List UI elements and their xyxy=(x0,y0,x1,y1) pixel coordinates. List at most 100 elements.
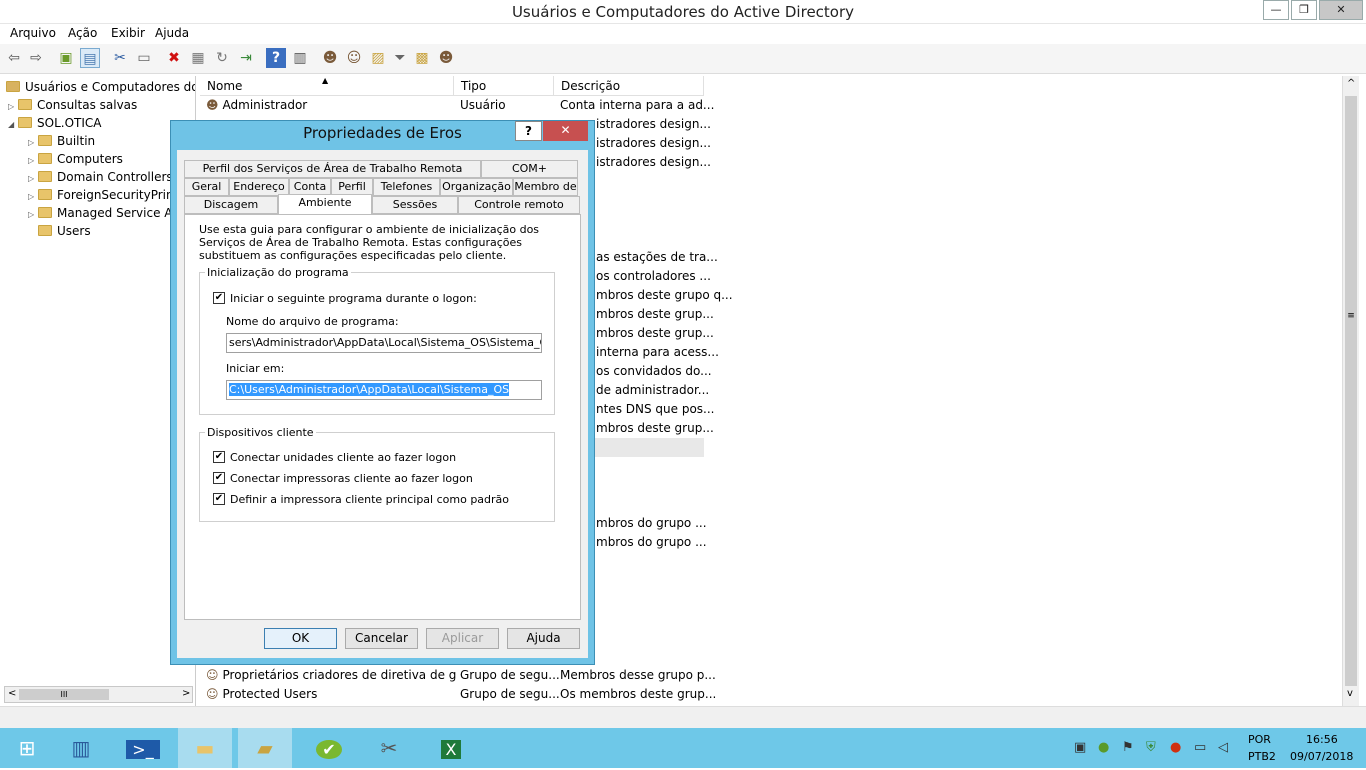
tree-item[interactable]: ▷ ForeignSecurityPrinc xyxy=(0,186,195,204)
tree-expand-icon[interactable]: ▷ xyxy=(28,152,38,168)
tree-expand-icon[interactable]: ▷ xyxy=(28,206,38,222)
cut-icon[interactable]: ✂ xyxy=(110,48,130,68)
tools-icon[interactable]: ✂ xyxy=(362,728,416,768)
monitor-icon[interactable]: ▭ xyxy=(1194,740,1206,755)
language-indicator[interactable]: POR xyxy=(1248,733,1271,746)
program-file-input[interactable]: sers\Administrador\AppData\Local\Sistema… xyxy=(226,333,542,353)
keyboard-layout-indicator[interactable]: PTB2 xyxy=(1248,750,1276,763)
tree-item-label: Builtin xyxy=(57,134,96,148)
windows-logo-icon[interactable]: ⊞ xyxy=(0,728,54,768)
clock-time[interactable]: 16:56 xyxy=(1306,733,1338,746)
tab-membro-de[interactable]: Membro de xyxy=(513,178,578,196)
start-in-input[interactable]: C:\Users\Administrador\AppData\Local\Sis… xyxy=(226,380,542,400)
clock-date[interactable]: 09/07/2018 xyxy=(1290,750,1353,763)
file-explorer-icon[interactable]: ▬ xyxy=(178,728,232,768)
scroll-right-icon[interactable]: > xyxy=(182,688,190,699)
tree-item[interactable]: ▷ Builtin xyxy=(0,132,195,150)
default-printer-checkbox[interactable]: ✔ xyxy=(213,493,225,505)
table-row[interactable]: ☺ Proprietários criadores de diretiva de … xyxy=(206,666,456,685)
tab-controle-remoto[interactable]: Controle remoto xyxy=(458,196,580,214)
volume-icon[interactable]: ◁ xyxy=(1218,740,1228,755)
network-icon[interactable]: ▣ xyxy=(1074,740,1086,755)
user-icon[interactable]: ☻ xyxy=(320,48,340,68)
start-program-checkbox[interactable]: ✔ xyxy=(213,292,225,304)
dialog-close-button[interactable]: ✕ xyxy=(543,121,588,141)
tree-item[interactable]: Users xyxy=(0,222,195,240)
help-button[interactable]: Ajuda xyxy=(507,628,580,649)
tab-perfil-rds[interactable]: Perfil dos Serviços de Área de Trabalho … xyxy=(184,160,481,178)
ad-users-icon[interactable]: ▰ xyxy=(238,728,292,768)
scroll-left-icon[interactable]: < xyxy=(8,688,16,699)
connect-drives-checkbox[interactable]: ✔ xyxy=(213,451,225,463)
ad-console-icon xyxy=(6,81,20,92)
green-app-icon[interactable]: ✔ xyxy=(302,728,356,768)
menu-exibir[interactable]: Exibir xyxy=(111,26,145,40)
delete-icon[interactable]: ✖ xyxy=(164,48,184,68)
refresh-icon[interactable]: ↻ xyxy=(212,48,232,68)
tree-expand-icon[interactable]: ▷ xyxy=(28,188,38,204)
tree-horizontal-scrollbar[interactable]: < III > xyxy=(4,686,193,703)
tree-item[interactable]: ▷ Managed Service Ac xyxy=(0,204,195,222)
help-icon[interactable]: ? xyxy=(266,48,286,68)
scroll-down-icon[interactable]: v xyxy=(1347,688,1353,699)
tab-discagem[interactable]: Discagem xyxy=(184,196,278,214)
tree-item[interactable]: ▷ Consultas salvas xyxy=(0,96,195,114)
tab-geral[interactable]: Geral xyxy=(184,178,229,196)
tab-telefones[interactable]: Telefones xyxy=(373,178,440,196)
scroll-thumb[interactable]: III xyxy=(19,689,109,700)
column-header-tipo[interactable]: Tipo xyxy=(454,76,554,96)
column-header-descricao[interactable]: Descrição xyxy=(554,76,704,96)
user-icon: ☻ xyxy=(206,98,219,112)
shield-icon[interactable]: ⛨ xyxy=(1146,740,1156,755)
forward-icon[interactable]: ⇨ xyxy=(26,48,46,68)
tree-root[interactable]: Usuários e Computadores do Ac xyxy=(0,78,195,96)
minimize-button[interactable]: — xyxy=(1263,0,1289,20)
ou-icon[interactable]: ▨ xyxy=(368,48,388,68)
tab-complus[interactable]: COM+ xyxy=(481,160,578,178)
server-manager-icon[interactable]: ▥ xyxy=(54,728,108,768)
view-icon[interactable]: ▤ xyxy=(80,48,100,68)
flag-icon[interactable]: ⚑ xyxy=(1122,740,1134,755)
maximize-button[interactable]: ❐ xyxy=(1291,0,1317,20)
dialog-help-button[interactable]: ? xyxy=(515,121,542,141)
properties-icon[interactable]: ▦ xyxy=(188,48,208,68)
add-to-group-icon[interactable]: ☻ xyxy=(436,48,456,68)
tree-item[interactable]: ▷ Computers xyxy=(0,150,195,168)
ok-button[interactable]: OK xyxy=(264,628,337,649)
tree-item[interactable]: ◢ SOL.OTICA xyxy=(0,114,195,132)
alert-icon[interactable]: ● xyxy=(1170,740,1181,755)
connect-printers-checkbox[interactable]: ✔ xyxy=(213,472,225,484)
clipboard-icon[interactable]: ▭ xyxy=(134,48,154,68)
tree-item[interactable]: ▷ Domain Controllers xyxy=(0,168,195,186)
tab-ambiente[interactable]: Ambiente xyxy=(278,194,372,214)
export-icon[interactable]: ⇥ xyxy=(236,48,256,68)
details-icon[interactable]: ▥ xyxy=(290,48,310,68)
table-row[interactable]: ☻ Administrador xyxy=(206,96,454,115)
excel-icon[interactable]: X xyxy=(424,728,478,768)
tree-expand-icon[interactable]: ▷ xyxy=(28,134,38,150)
filter-icon[interactable]: ⏷ xyxy=(390,48,410,68)
tab-organizacao[interactable]: Organização xyxy=(440,178,513,196)
tab-sessoes[interactable]: Sessões xyxy=(372,196,458,214)
tree-expand-icon[interactable]: ◢ xyxy=(8,116,18,132)
menu-ajuda[interactable]: Ajuda xyxy=(155,26,189,40)
list-vertical-scrollbar[interactable]: ^ ≡ v xyxy=(1342,76,1359,706)
scroll-up-icon[interactable]: ^ xyxy=(1347,78,1355,89)
row-desc: istradores design... xyxy=(596,117,711,131)
sync-icon[interactable]: ● xyxy=(1098,740,1109,755)
group-icon[interactable]: ☺ xyxy=(344,48,364,68)
up-icon[interactable]: ▣ xyxy=(56,48,76,68)
back-icon[interactable]: ⇦ xyxy=(4,48,24,68)
tree-expand-icon[interactable]: ▷ xyxy=(28,170,38,186)
table-row[interactable]: ☺ Protected Users xyxy=(206,685,456,704)
find-icon[interactable]: ▩ xyxy=(412,48,432,68)
apply-button[interactable]: Aplicar xyxy=(426,628,499,649)
menu-acao[interactable]: Ação xyxy=(68,26,97,40)
row-desc: mbros do grupo ... xyxy=(596,535,707,549)
tree-expand-icon[interactable]: ▷ xyxy=(8,98,18,114)
close-button[interactable]: ✕ xyxy=(1319,0,1363,20)
cancel-button[interactable]: Cancelar xyxy=(345,628,418,649)
scroll-thumb[interactable]: ≡ xyxy=(1345,96,1357,686)
menu-arquivo[interactable]: Arquivo xyxy=(10,26,56,40)
powershell-icon[interactable]: >_ xyxy=(116,728,170,768)
